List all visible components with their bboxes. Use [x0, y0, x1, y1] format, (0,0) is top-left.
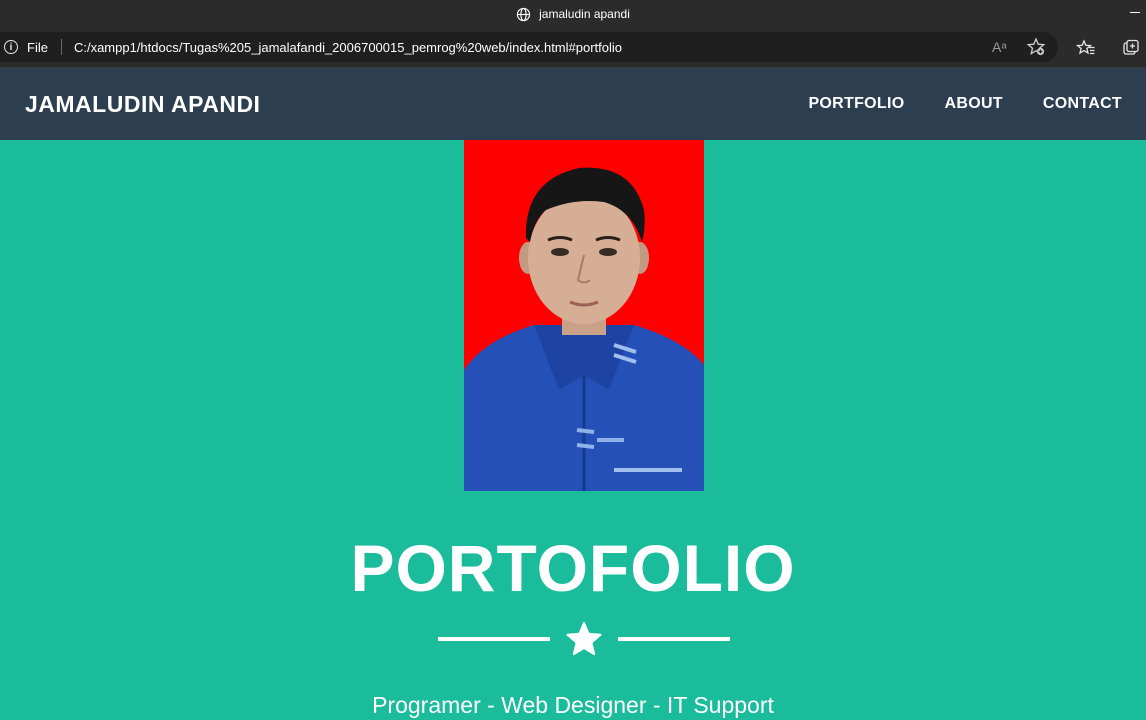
- hero-subtitle: Programer - Web Designer - IT Support: [372, 692, 774, 718]
- profile-photo: [464, 140, 704, 491]
- star-icon: [566, 622, 602, 656]
- info-icon[interactable]: i: [4, 40, 18, 54]
- favorites-icon[interactable]: [1076, 38, 1096, 58]
- divider-line-right: [618, 637, 730, 641]
- nav-link-contact[interactable]: CONTACT: [1043, 95, 1122, 113]
- nav-link-portfolio[interactable]: PORTFOLIO: [808, 95, 904, 113]
- site-navbar: JAMALUDIN APANDI PORTFOLIO ABOUT CONTACT: [0, 68, 1146, 140]
- window-title: jamaludin apandi: [539, 7, 630, 21]
- browser-title-bar: jamaludin apandi: [0, 0, 1146, 28]
- address-separator: [60, 39, 62, 55]
- divider-line-left: [438, 637, 550, 641]
- nav-link-about[interactable]: ABOUT: [944, 95, 1002, 113]
- portrait-illustration: [464, 140, 704, 491]
- nav-links: PORTFOLIO ABOUT CONTACT: [808, 68, 1122, 140]
- url-text[interactable]: C:/xampp1/htdocs/Tugas%205_jamalafandi_2…: [74, 40, 622, 55]
- star-divider: [438, 622, 730, 656]
- page-title: PORTOFOLIO: [350, 531, 796, 605]
- read-aloud-icon[interactable]: Aᵃ: [992, 39, 1007, 55]
- site-brand[interactable]: JAMALUDIN APANDI: [25, 68, 260, 140]
- url-field[interactable]: i File C:/xampp1/htdocs/Tugas%205_jamala…: [0, 32, 1058, 62]
- globe-icon: [516, 7, 531, 21]
- minimize-button[interactable]: [1130, 12, 1140, 13]
- collections-icon[interactable]: [1121, 38, 1141, 58]
- address-bar: i File C:/xampp1/htdocs/Tugas%205_jamala…: [0, 28, 1146, 68]
- file-scheme-label: File: [27, 39, 48, 55]
- add-favorite-icon[interactable]: [1026, 37, 1046, 57]
